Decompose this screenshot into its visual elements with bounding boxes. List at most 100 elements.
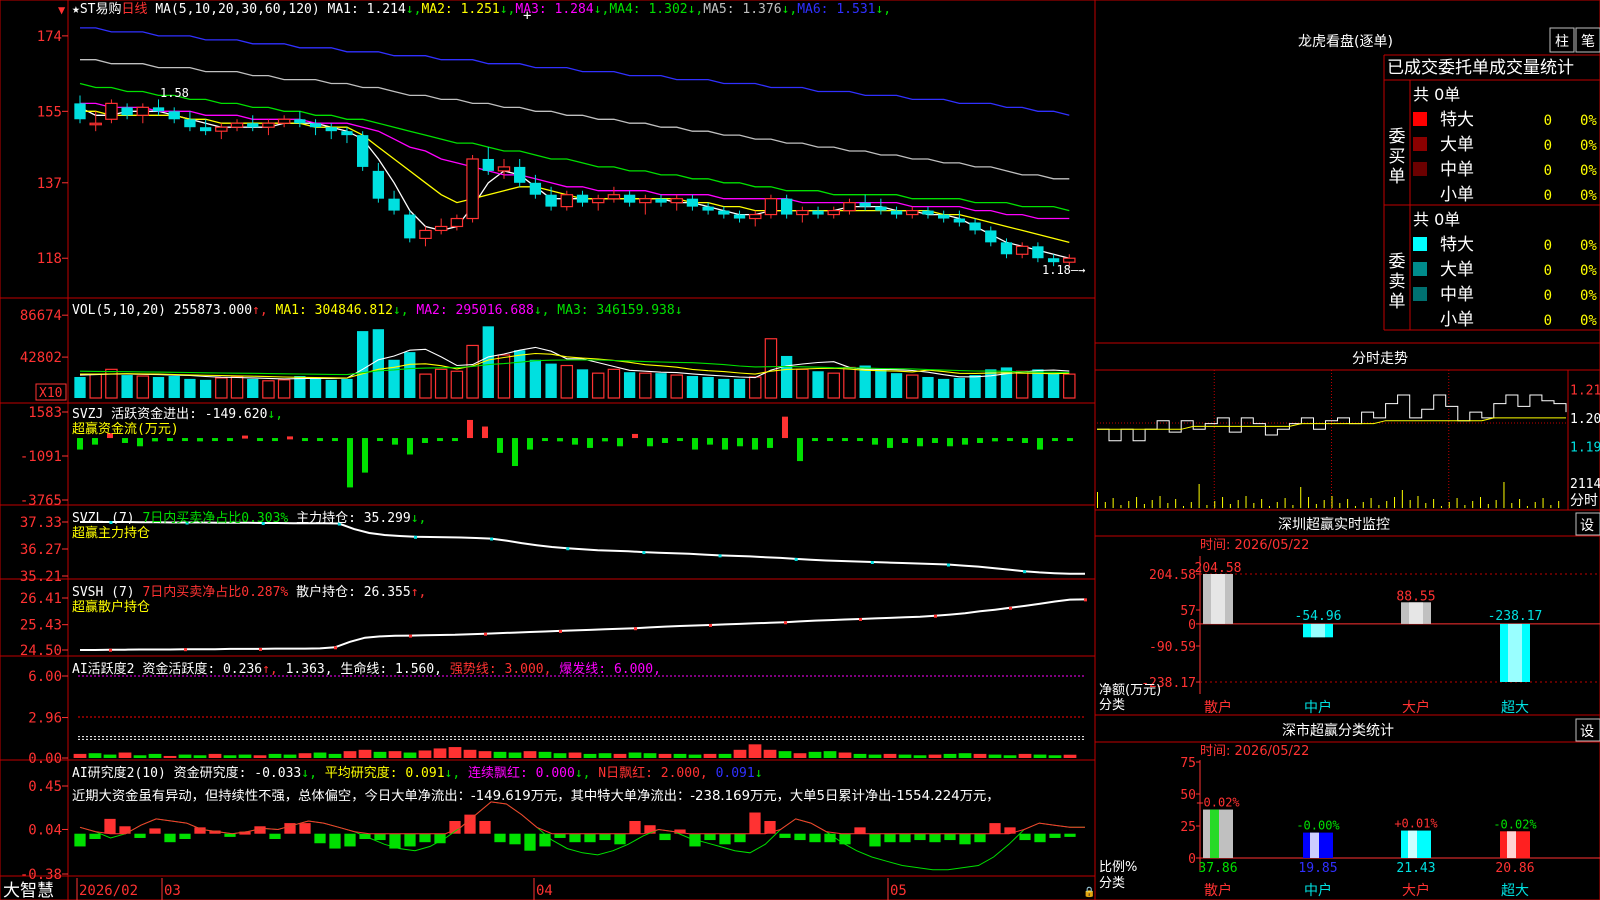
- stats-value-label: 37.86: [1198, 861, 1237, 876]
- order-size-name: 小单: [1440, 310, 1474, 330]
- ai2-tick-label: 0.04: [28, 822, 62, 838]
- candle-body: [105, 102, 118, 120]
- monitor-settings-button[interactable]: 设: [1580, 518, 1594, 534]
- intraday-volume-bar: [1136, 497, 1138, 508]
- intraday-volume-bar: [1526, 506, 1528, 508]
- intraday-volume-bar: [1409, 500, 1411, 508]
- research-bar: [299, 823, 311, 834]
- order-size-swatch: [1413, 137, 1427, 151]
- volume-bar: [906, 374, 919, 399]
- fund-flow-bar: [737, 438, 743, 447]
- ai-research-panel[interactable]: AI研究度2(10) 资金研究度: -0.033↓, 平均研究度: 0.091↓…: [20, 765, 1085, 883]
- activity-bar: [1033, 754, 1047, 758]
- stats-category-label: 中户: [1304, 882, 1332, 899]
- tick-mode-button[interactable]: 笔: [1581, 34, 1595, 50]
- research-bar: [74, 833, 86, 847]
- activity-bar: [373, 751, 387, 758]
- volume-arrow: ↓: [675, 303, 683, 318]
- svsh-panel[interactable]: SVSH (7) 7日内买卖净占比0.287% 散户持仓: 26.355↑,超赢…: [20, 584, 1087, 659]
- order-size-pct: 0%: [1580, 263, 1597, 279]
- monitor-category-label: 超大: [1501, 700, 1529, 716]
- fund-flow-bar: [617, 438, 623, 447]
- bar-mode-button[interactable]: 柱: [1555, 34, 1569, 50]
- date-label: 2026/02: [79, 883, 138, 899]
- ai2-arrow: ↓,: [445, 766, 468, 781]
- monitor-value-label: -238.17: [1488, 609, 1543, 624]
- research-bar: [509, 833, 521, 845]
- candle-body: [152, 107, 165, 112]
- research-bar: [929, 833, 941, 843]
- research-bar: [1064, 833, 1076, 837]
- svzl-hold: 主力持仓: 35.299: [288, 511, 410, 526]
- ai2-label5: 0.091: [716, 766, 755, 781]
- fund-flow-bar: [932, 438, 938, 443]
- candle-body: [184, 119, 196, 128]
- activity-bar: [88, 753, 102, 758]
- stats-category-label: 大户: [1402, 882, 1430, 899]
- intraday-volume-bar: [1229, 504, 1231, 508]
- retail-holding-line-dot: [634, 627, 637, 631]
- candle-body: [357, 135, 369, 167]
- activity-bar: [178, 754, 192, 758]
- intraday-volume-bar: [1448, 502, 1450, 508]
- fund-flow-bar: [152, 438, 158, 442]
- activity-bar: [523, 751, 537, 758]
- research-bar: [599, 833, 611, 841]
- order-size-name: 特大: [1440, 235, 1474, 255]
- activity-bar: [733, 749, 747, 758]
- candle-body: [230, 122, 244, 128]
- fund-flow-bar: [827, 438, 833, 442]
- fund-flow-bar: [647, 438, 653, 447]
- research-bar: [854, 827, 866, 834]
- price-tick-label: 137: [37, 176, 62, 192]
- candle-body: [718, 210, 730, 215]
- research-bar: [524, 833, 536, 851]
- fund-flow-bar: [92, 438, 98, 445]
- intraday-volume-bar: [1190, 502, 1192, 508]
- activity-bar: [613, 753, 627, 758]
- svzj-tick-label: -1091: [20, 449, 62, 465]
- intraday-volume-bar: [1464, 505, 1466, 508]
- date-label: 03: [164, 883, 181, 899]
- price-tick-label: 118: [37, 251, 62, 267]
- svzl-tick-label: 35.21: [20, 569, 62, 585]
- research-bar: [404, 833, 416, 847]
- fund-flow-bar: [872, 438, 878, 445]
- intraday-volume-bar: [1261, 499, 1263, 508]
- order-size-count: 0: [1544, 313, 1552, 329]
- fund-flow-bar: [797, 438, 803, 462]
- activity-bar: [208, 753, 222, 758]
- price-tick-label: 155: [37, 104, 62, 120]
- svsh-tick-label: 24.50: [20, 643, 62, 659]
- intraday-volume-bar: [1495, 500, 1497, 508]
- volume-bar: [294, 376, 306, 398]
- svzl-panel[interactable]: SVZL (7) 7日内买卖净占比0.303% 主力持仓: 35.299↓,超赢…: [20, 510, 1085, 585]
- activity-bar: [1048, 755, 1062, 758]
- ai2-title: AI研究度2(10): [72, 765, 174, 781]
- ai-activity-panel[interactable]: AI活跃度2 资金活跃度: 0.236↑, 1.363, 生命线: 1.560,…: [28, 661, 1085, 767]
- svzj-panel[interactable]: SVZJ 活跃资金进出: -149.620↓,超赢资金流(万元)1583-109…: [20, 405, 1073, 509]
- retail-holding-line-dot: [709, 623, 712, 627]
- activity-bar: [283, 754, 297, 758]
- intraday-tick-label: 1.200: [1570, 412, 1600, 427]
- volume-panel[interactable]: [74, 326, 1076, 399]
- fund-flow-bar: [602, 438, 608, 442]
- svzl-tick-label: 37.33: [20, 515, 62, 531]
- intraday-volume-bar: [1378, 505, 1380, 508]
- volume-bar: [482, 326, 494, 398]
- ai2-header: AI研究度2(10) 资金研究度: -0.033↓, 平均研究度: 0.091↓…: [72, 765, 763, 781]
- activity-bar: [658, 753, 672, 758]
- intraday-volume-bar: [1456, 498, 1458, 508]
- stats-settings-button[interactable]: 设: [1580, 724, 1594, 740]
- activity-bar: [193, 755, 207, 758]
- ai1-label4: 强势线: 3.000,: [450, 661, 559, 677]
- price-panel[interactable]: [74, 27, 1076, 267]
- ai2-label1: 资金研究度: -0.033: [174, 765, 302, 781]
- candle-body: [497, 166, 511, 172]
- volume-unit-label: X10: [39, 386, 62, 401]
- price-header: ★ST易购日线 MA(5,10,20,30,60,120) MA1: 1.214…: [72, 1, 891, 24]
- volume-bar: [733, 378, 746, 398]
- intraday-panel[interactable]: 分时走势 1.210 1.200 1.190 21146分时: [1095, 351, 1600, 510]
- stats-category-title: 分类: [1099, 876, 1125, 891]
- order-size-name: 大单: [1440, 135, 1474, 155]
